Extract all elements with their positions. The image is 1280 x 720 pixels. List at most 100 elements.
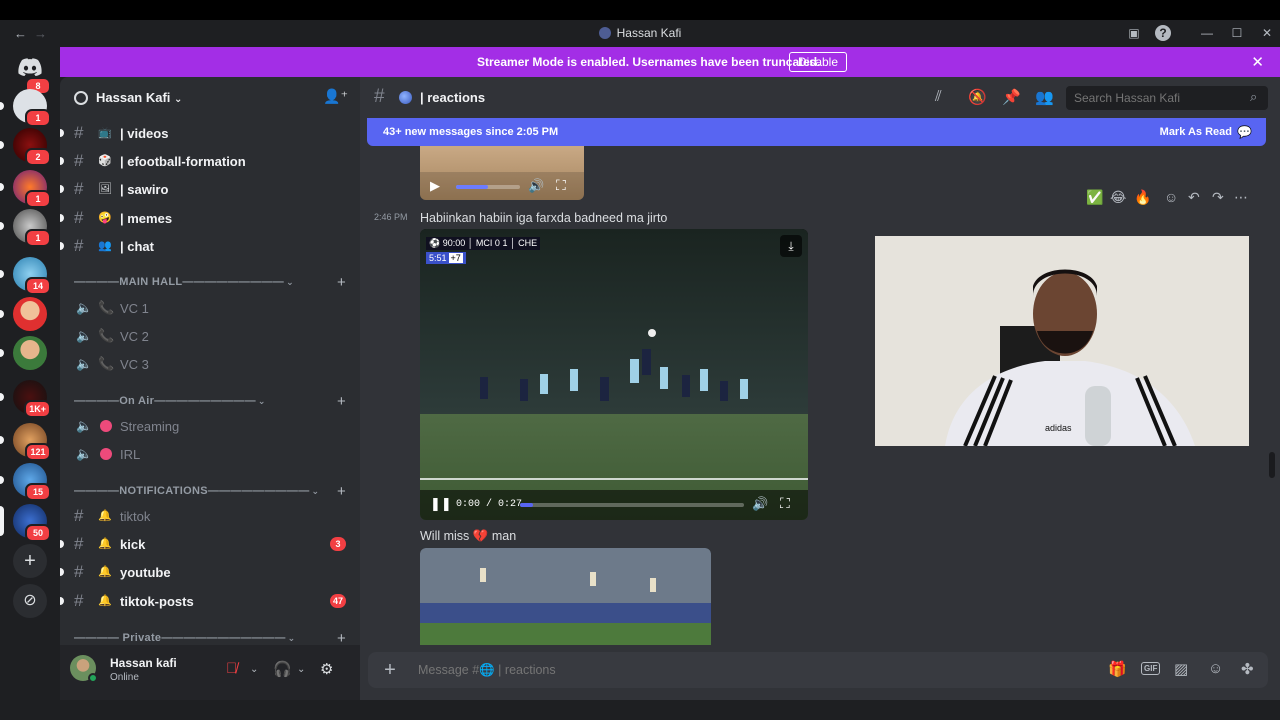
download-icon[interactable]: ⤓ xyxy=(780,235,802,257)
chevron-down-icon: ⌄ xyxy=(287,633,296,643)
server-2[interactable]: 2 xyxy=(0,128,51,166)
voice-channel-vc1[interactable]: 🔈 📞 VC 1 xyxy=(68,295,352,321)
channel-emoji: 🤪 xyxy=(98,212,112,224)
user-status: Online xyxy=(110,672,139,683)
settings-gear-icon[interactable]: ⚙ xyxy=(320,660,333,678)
pause-icon[interactable]: ❚❚ xyxy=(430,496,452,512)
server-8[interactable]: 1K+ xyxy=(0,380,51,418)
channel-emoji: 📺 xyxy=(98,127,112,139)
search-input[interactable] xyxy=(1066,86,1268,110)
threads-icon[interactable]: ⫽ xyxy=(935,88,942,105)
progress-track[interactable] xyxy=(520,503,744,507)
server-1[interactable]: 1 xyxy=(0,89,51,127)
message-text: Will miss 💔 man xyxy=(420,529,516,544)
apps-icon[interactable]: ✤ xyxy=(1241,660,1254,678)
server-3[interactable]: 1 xyxy=(0,170,51,208)
gif-icon[interactable]: GIF xyxy=(1141,662,1161,675)
play-icon[interactable]: ▶ xyxy=(430,178,440,194)
reaction-fire-icon[interactable]: 🔥 xyxy=(1134,189,1151,206)
add-channel-icon[interactable]: + xyxy=(337,393,346,410)
reaction-laugh-icon[interactable]: 😂 xyxy=(1110,189,1126,206)
second-video-player[interactable] xyxy=(420,548,711,645)
forward-icon[interactable]: ↷ xyxy=(1212,189,1224,206)
voice-channel-streaming[interactable]: 🔈 Streaming xyxy=(68,413,352,439)
add-channel-icon[interactable]: + xyxy=(337,274,346,291)
channel-efootball-formation[interactable]: # 🎲 | efootball-formation xyxy=(60,148,352,174)
sticker-icon[interactable]: ▨ xyxy=(1174,660,1188,678)
discover-compass-icon[interactable]: ⊘ xyxy=(13,584,47,618)
channel-videos[interactable]: # 📺 | videos xyxy=(60,120,352,146)
close-window-icon[interactable]: ✕ xyxy=(1259,25,1275,41)
voice-channel-vc2[interactable]: 🔈 📞 VC 2 xyxy=(68,323,352,349)
attach-plus-icon[interactable]: + xyxy=(378,658,402,682)
reaction-check-icon[interactable]: ✅ xyxy=(1086,189,1103,206)
disable-streamer-mode-button[interactable]: Disable xyxy=(789,52,848,72)
discord-app: ← → Hassan Kafi ▣ ? — ☐ ✕ 8 1 2 1 1 14 1… xyxy=(0,0,1280,720)
chevron-down-icon[interactable]: ⌄ xyxy=(297,664,305,675)
invite-people-icon[interactable]: 👤⁺ xyxy=(323,88,348,105)
new-messages-bar[interactable]: 43+ new messages since 2:05 PM Mark As R… xyxy=(367,118,1266,146)
channel-chat[interactable]: # 👥 | chat xyxy=(60,233,352,259)
progress-track[interactable] xyxy=(456,185,520,189)
headphones-icon[interactable]: 🎧 xyxy=(273,660,292,678)
maximize-icon[interactable]: ☐ xyxy=(1229,25,1245,41)
help-icon[interactable]: ? xyxy=(1155,25,1171,41)
fullscreen-icon[interactable]: ⛶ xyxy=(556,177,566,194)
video-controls: ❚❚ 0:00 / 0:27 🔊 ⛶ xyxy=(420,490,808,520)
emoji-picker-icon[interactable]: ☺ xyxy=(1208,660,1223,677)
category-notifications[interactable]: ————NOTIFICATIONS————————— ⌄ + xyxy=(74,483,350,501)
more-options-icon[interactable]: ⋯ xyxy=(1234,189,1248,206)
home-server[interactable]: 8 xyxy=(13,57,51,95)
channel-tiktok-posts[interactable]: # 🔔 tiktok-posts 47 xyxy=(60,588,352,614)
message-timestamp: 2:46 PM xyxy=(374,212,408,222)
server-10[interactable]: 15 xyxy=(0,463,51,501)
pin-icon[interactable]: 📌 xyxy=(1002,88,1021,106)
add-channel-icon[interactable]: + xyxy=(337,483,346,500)
os-titlebar xyxy=(0,0,1280,20)
server-7[interactable] xyxy=(0,336,47,370)
message-action-bar: ✅ 😂 🔥 ☺ ↶ ↷ ⋯ xyxy=(1078,187,1248,211)
channel-tiktok[interactable]: # 🔔 tiktok xyxy=(68,503,352,529)
username[interactable]: Hassan kafi xyxy=(110,656,177,670)
add-reaction-icon[interactable]: ☺ xyxy=(1164,189,1178,205)
match-video-player[interactable]: ⚽ 90:00 │ MCI 0 1 │ CHE 5:51 +7 ⤓ ❚❚ 0:00… xyxy=(420,229,808,520)
server-6[interactable] xyxy=(0,297,47,331)
mark-as-read-button[interactable]: Mark As Read xyxy=(1160,126,1232,138)
channel-sawiro[interactable]: # 🖼 | sawiro xyxy=(60,176,352,202)
category-main-hall[interactable]: ————MAIN HALL————————— ⌄ + xyxy=(74,274,350,292)
minimize-icon[interactable]: — xyxy=(1199,25,1215,41)
server-5[interactable]: 14 xyxy=(0,257,51,295)
server-4[interactable]: 1 xyxy=(0,209,51,247)
inbox-icon[interactable]: ▣ xyxy=(1126,25,1142,41)
reply-icon[interactable]: ↶ xyxy=(1188,189,1200,206)
mic-muted-icon[interactable]: 🎙̸ xyxy=(226,660,237,677)
channel-memes[interactable]: # 🤪 | memes xyxy=(60,205,352,231)
fullscreen-icon[interactable]: ⛶ xyxy=(780,495,790,512)
scrollbar-thumb[interactable] xyxy=(1269,452,1275,478)
category-on-air[interactable]: ————On Air————————— ⌄ + xyxy=(74,393,350,411)
channel-youtube[interactable]: # 🔔 youtube xyxy=(60,559,352,585)
channel-kick[interactable]: # 🔔 kick 3 xyxy=(60,531,352,557)
unread-dot xyxy=(60,129,64,137)
guild-header[interactable]: Hassan Kafi ⌄ 👤⁺ xyxy=(60,77,360,119)
guild-icon xyxy=(74,91,88,105)
volume-icon[interactable]: 🔊 xyxy=(528,178,544,194)
volume-icon[interactable]: 🔊 xyxy=(752,496,768,512)
add-server-icon[interactable]: + xyxy=(13,544,47,578)
close-banner-icon[interactable]: ✕ xyxy=(1251,53,1264,71)
unread-pill xyxy=(0,436,4,444)
category-label: ———— Private——————————— xyxy=(74,632,286,644)
notifications-muted-icon[interactable]: 🔕 xyxy=(968,88,987,106)
chevron-down-icon[interactable]: ⌄ xyxy=(250,664,258,675)
previous-video-player[interactable]: ▶ 🔊 ⛶ xyxy=(420,146,584,200)
avatar[interactable] xyxy=(70,655,98,683)
server-11[interactable]: 50 xyxy=(0,504,51,542)
member-list-icon[interactable]: 👥 xyxy=(1035,88,1054,106)
voice-channel-vc3[interactable]: 🔈 📞 VC 3 xyxy=(68,351,352,377)
progress-fill xyxy=(456,185,488,189)
voice-channel-irl[interactable]: 🔈 IRL xyxy=(68,441,352,467)
server-9[interactable]: 121 xyxy=(0,423,51,461)
gift-icon[interactable]: 🎁 xyxy=(1108,660,1127,678)
unread-pill xyxy=(0,141,4,149)
message-input[interactable] xyxy=(418,660,1038,680)
